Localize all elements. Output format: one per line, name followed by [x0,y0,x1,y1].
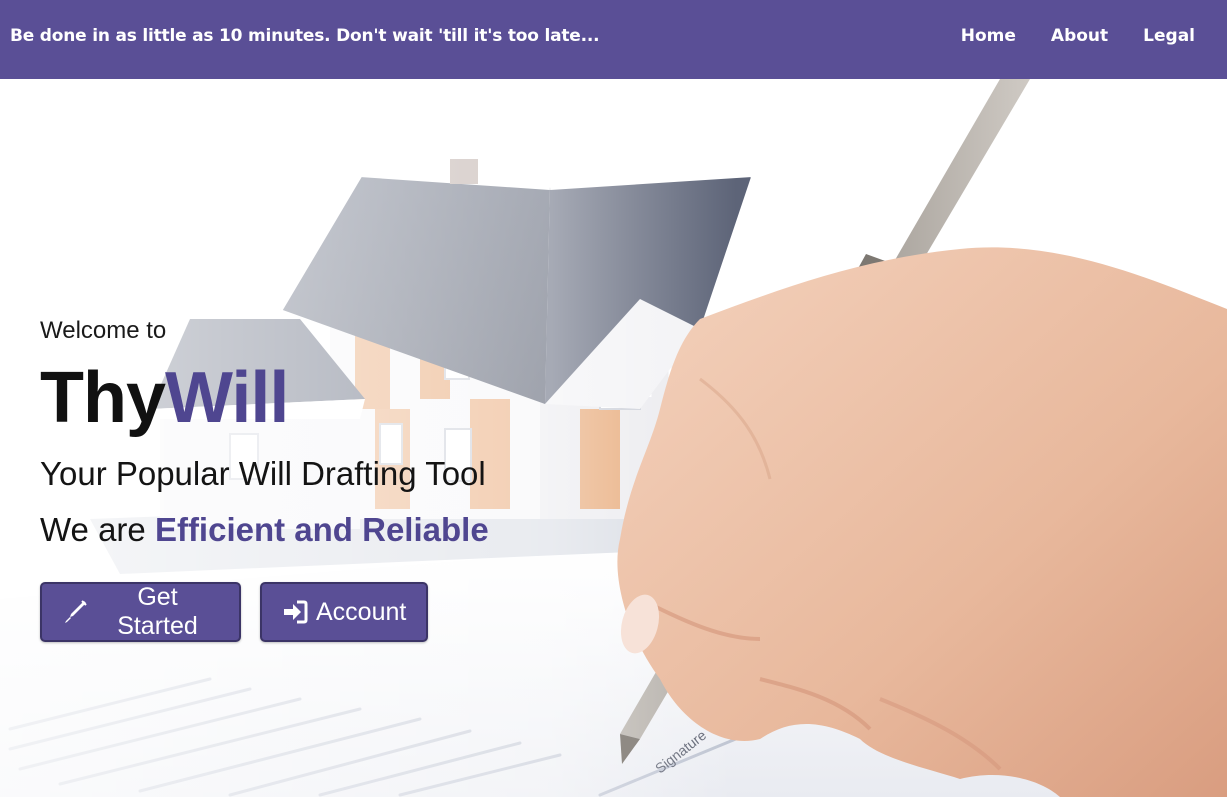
pen-icon [62,599,88,625]
account-button[interactable]: Account [260,582,428,642]
claim-highlight: Efficient and Reliable [154,511,489,548]
welcome-text: Welcome to [40,317,167,344]
nav-link-legal[interactable]: Legal [1143,26,1195,46]
hero-claim: We are Efficient and Reliable [40,510,489,550]
nav-links: Home About Legal [961,26,1195,46]
nav-link-home[interactable]: Home [961,26,1016,46]
account-label: Account [316,597,407,626]
claim-prefix: We are [40,511,155,548]
brand-title-part2: Will [165,358,289,438]
brand-title: ThyWill [40,358,489,438]
sign-in-icon [282,599,308,625]
nav-link-about[interactable]: About [1051,26,1108,46]
hero-buttons: Get Started Account [40,582,489,642]
navbar-tagline: Be done in as little as 10 minutes. Don'… [10,26,600,46]
hero-subtitle: Your Popular Will Drafting Tool [40,455,486,492]
page: Signature [0,0,1227,797]
hero-content: Welcome to ThyWill Your Popular Will Dra… [40,316,489,642]
get-started-label: Get Started [117,583,198,640]
get-started-button[interactable]: Get Started [40,582,241,642]
top-navbar: Be done in as little as 10 minutes. Don'… [0,0,1227,79]
brand-title-part1: Thy [40,358,166,438]
